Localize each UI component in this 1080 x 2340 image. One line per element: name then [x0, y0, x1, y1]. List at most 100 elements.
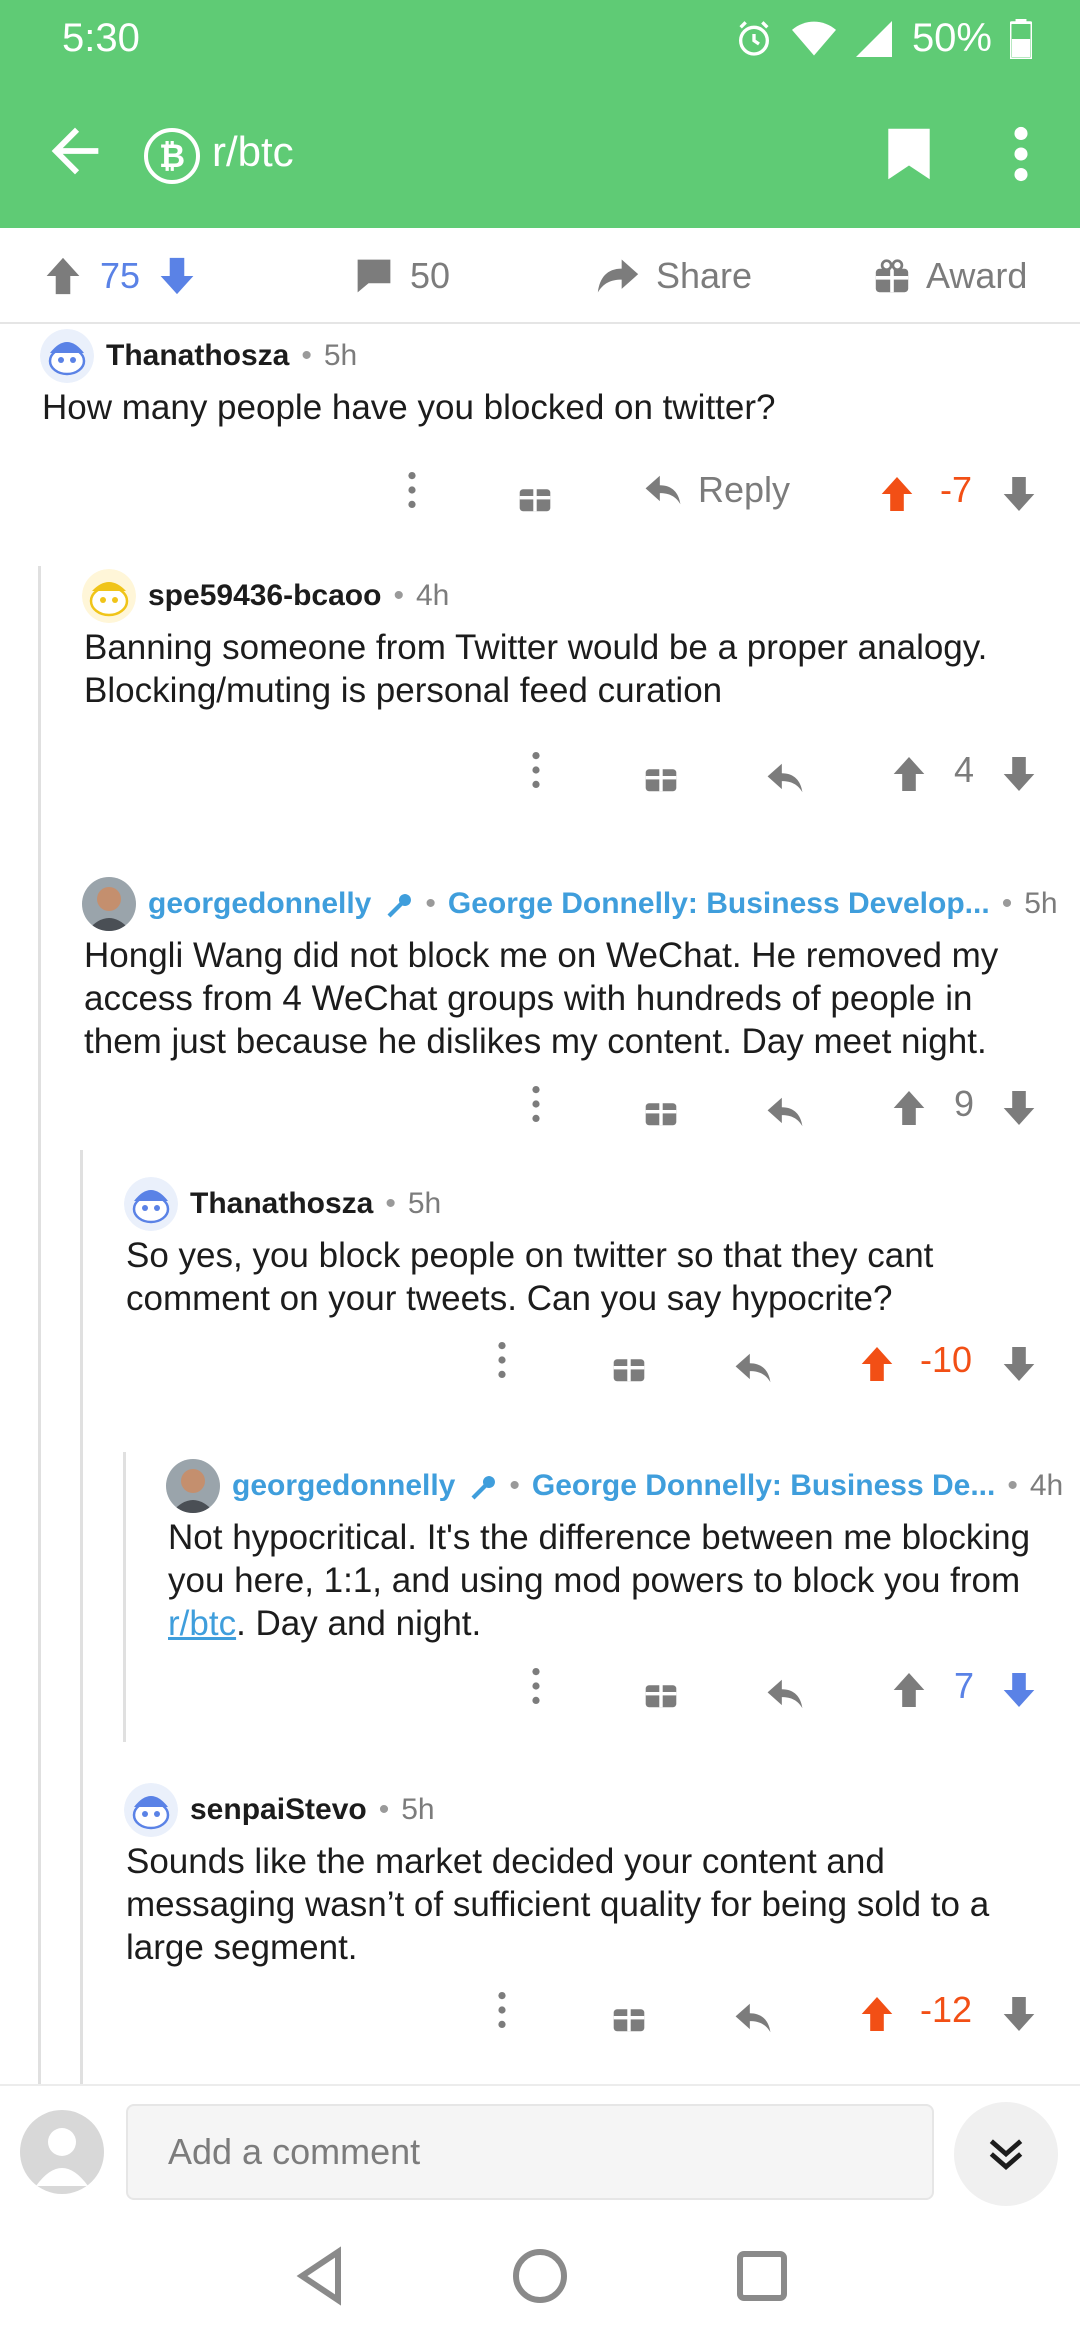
comment-actions: 9	[82, 1074, 1050, 1134]
comment-text: . Day and night.	[236, 1604, 482, 1643]
gift-icon[interactable]	[644, 1668, 678, 1716]
subreddit-name[interactable]: r/btc	[212, 128, 294, 176]
avatar[interactable]	[124, 1177, 178, 1231]
gift-icon[interactable]	[644, 1086, 678, 1134]
wifi-icon	[791, 21, 836, 55]
gift-icon[interactable]	[518, 472, 552, 520]
reply-icon[interactable]	[766, 1088, 804, 1136]
status-time: 5:30	[62, 16, 140, 60]
reply-icon[interactable]	[766, 754, 804, 802]
comment-author[interactable]: georgedonnelly	[148, 887, 371, 921]
bitcoin-icon[interactable]: ₿	[144, 128, 200, 184]
avatar[interactable]	[124, 1783, 178, 1837]
comment: Thanathosza • 5h How many people have yo…	[40, 326, 1050, 546]
avatar[interactable]	[82, 569, 136, 623]
avatar[interactable]	[82, 877, 136, 931]
comment-icon	[357, 259, 391, 293]
upvote-icon[interactable]	[860, 1990, 894, 2038]
subreddit-link[interactable]: r/btc	[168, 1604, 236, 1643]
upvote-icon[interactable]	[44, 256, 82, 296]
avatar[interactable]	[40, 329, 94, 383]
gift-icon[interactable]	[612, 1992, 646, 2040]
comment-actions: -12	[124, 1980, 1052, 2040]
system-nav-bar	[0, 2216, 1080, 2340]
downvote-icon[interactable]	[1002, 1084, 1036, 1132]
avatar[interactable]	[166, 1459, 220, 1513]
separator-dot: •	[1001, 887, 1013, 920]
user-avatar[interactable]	[20, 2110, 104, 2194]
battery-icon	[1010, 18, 1032, 59]
comment-actions: 4	[82, 740, 1050, 800]
upvote-icon[interactable]	[860, 1340, 894, 1388]
comment-actions: 7	[166, 1656, 1054, 1716]
reply-button[interactable]: Reply	[644, 466, 790, 514]
comment-body: Not hypocritical. It's the difference be…	[168, 1516, 1058, 1645]
comment-body: Hongli Wang did not block me on WeChat. …	[84, 936, 999, 1061]
comment-body: How many people have you blocked on twit…	[42, 388, 776, 427]
comment-body: So yes, you block people on twitter so t…	[126, 1236, 934, 1318]
reply-icon[interactable]	[734, 1344, 772, 1392]
bookmark-icon[interactable]	[886, 126, 932, 182]
comment-score: 9	[954, 1083, 975, 1124]
collapse-threads-button[interactable]	[954, 2102, 1058, 2206]
upvote-icon[interactable]	[892, 750, 926, 798]
thread-line	[123, 1452, 126, 1742]
downvote-icon[interactable]	[1002, 1990, 1036, 2038]
more-options-icon[interactable]	[530, 746, 542, 794]
more-options-icon[interactable]	[530, 1662, 542, 1710]
comment-age: 5h	[407, 1187, 442, 1220]
comment-author[interactable]: georgedonnelly	[232, 1469, 455, 1503]
upvote-icon[interactable]	[880, 470, 914, 518]
downvote-icon[interactable]	[1002, 750, 1036, 798]
award-button[interactable]: Award	[874, 250, 1027, 302]
alarm-icon	[738, 20, 769, 56]
comment-score: -12	[920, 1989, 973, 2030]
upvote-icon[interactable]	[892, 1666, 926, 1714]
comment-body: Banning someone from Twitter would be a …	[84, 628, 988, 710]
downvote-icon[interactable]	[158, 256, 196, 296]
share-button[interactable]: Share	[596, 250, 752, 302]
separator-dot: •	[509, 1469, 520, 1502]
gift-icon	[875, 259, 909, 293]
more-options-icon[interactable]	[1006, 126, 1036, 182]
comment-author[interactable]: senpaiStevo	[190, 1793, 367, 1827]
back-arrow-icon[interactable]	[40, 116, 110, 186]
share-icon	[597, 259, 639, 293]
comment-actions: Reply -7	[40, 460, 1050, 520]
more-options-icon[interactable]	[406, 466, 418, 514]
more-options-icon[interactable]	[496, 1986, 508, 2034]
comment-author[interactable]: spe59436-bcaoo	[148, 579, 381, 613]
add-comment-input[interactable]: Add a comment	[126, 2104, 934, 2200]
separator-dot: •	[393, 579, 404, 612]
post-comments[interactable]: 50	[354, 250, 450, 302]
more-options-icon[interactable]	[530, 1080, 542, 1128]
comment: senpaiStevo • 5h Sounds like the market …	[124, 1780, 1054, 2080]
downvote-icon[interactable]	[1002, 1340, 1036, 1388]
comment-author[interactable]: Thanathosza	[106, 339, 289, 373]
upvote-icon[interactable]	[892, 1084, 926, 1132]
downvote-icon[interactable]	[1002, 470, 1036, 518]
gift-icon[interactable]	[612, 1342, 646, 1390]
separator-dot: •	[1007, 1469, 1018, 1502]
more-options-icon[interactable]	[496, 1336, 508, 1384]
gift-icon[interactable]	[644, 752, 678, 800]
nav-recents-icon[interactable]	[730, 2244, 794, 2308]
nav-back-icon[interactable]	[290, 2244, 354, 2308]
mod-wrench-icon	[471, 1476, 496, 1500]
nav-home-icon[interactable]	[508, 2244, 572, 2308]
downvote-icon[interactable]	[1002, 1666, 1036, 1714]
comment-list: Thanathosza • 5h How many people have yo…	[0, 326, 1080, 2084]
reply-icon[interactable]	[766, 1670, 804, 1718]
reply-icon[interactable]	[734, 1994, 772, 2042]
comment-age: 5h	[401, 1793, 435, 1826]
comment-score: 7	[954, 1665, 975, 1706]
comment-actions: -10	[124, 1330, 1052, 1390]
battery-percent: 50%	[911, 16, 992, 60]
comment-count: 50	[410, 255, 451, 296]
comment-age: 5h	[323, 339, 358, 372]
comment-score: 4	[954, 749, 975, 790]
comment-score: -7	[940, 469, 973, 510]
reply-label: Reply	[698, 469, 791, 510]
comment-author[interactable]: Thanathosza	[190, 1187, 373, 1221]
comment: spe59436-bcaoo • 4h Banning someone from…	[82, 566, 1052, 886]
